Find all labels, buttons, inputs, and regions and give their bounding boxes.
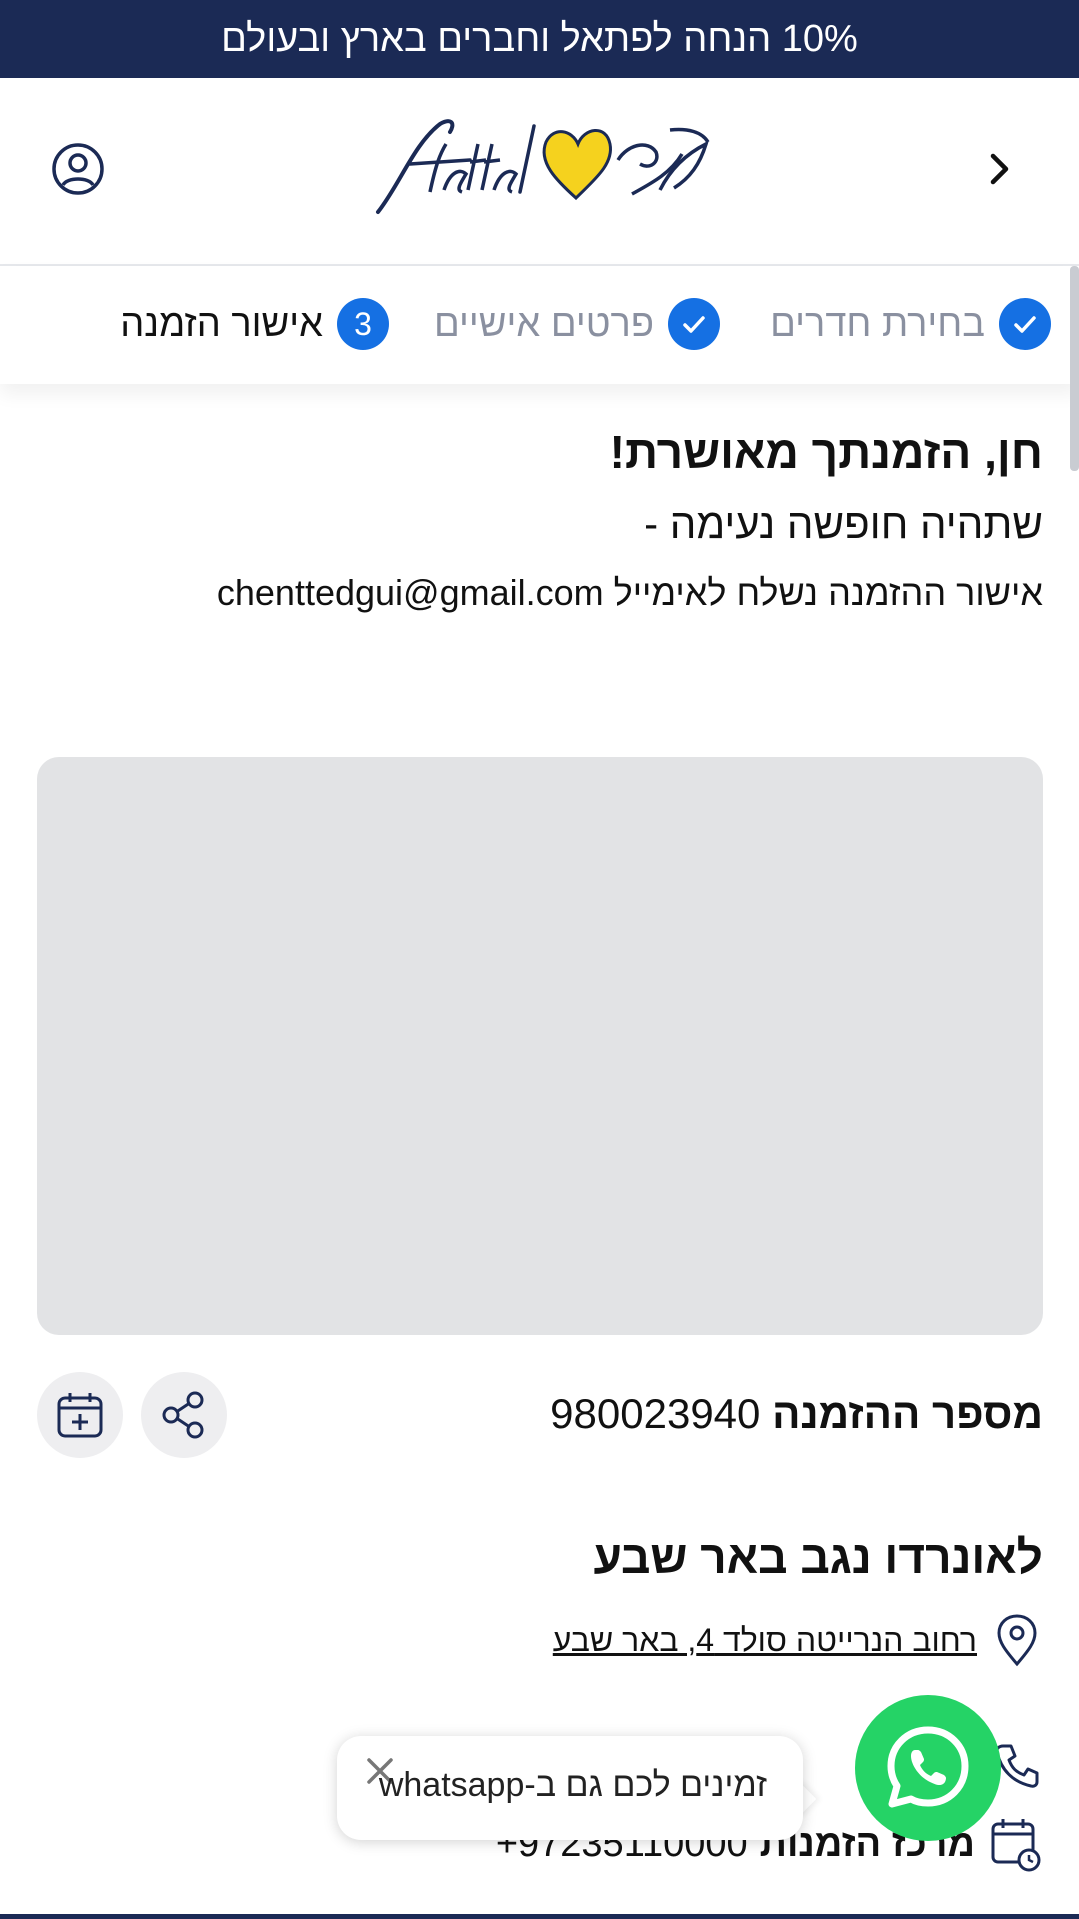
- site-header: [0, 78, 1079, 266]
- whatsapp-button[interactable]: [855, 1695, 1001, 1841]
- step-room-selection[interactable]: בחירת חדרים: [770, 296, 1051, 352]
- user-account-button[interactable]: [50, 141, 106, 197]
- logo-image: [376, 119, 710, 214]
- hotel-address-row[interactable]: רחוב הנרייטה סולד 4, באר שבע: [553, 1610, 1043, 1670]
- whatsapp-tooltip-text: זמינים לכם גם ב-whatsapp: [378, 1766, 767, 1804]
- confirmation-email: אישור ההזמנה נשלח לאימייל chenttedgui@gm…: [216, 572, 1043, 613]
- booking-number-value: 980023940: [550, 1390, 761, 1437]
- confirmation-subtitle: שתהיה חופשה נעימה -: [644, 500, 1043, 547]
- step-personal-details[interactable]: פרטים אישיים: [434, 296, 720, 352]
- hotel-name: לאונרדו נגב באר שבע: [593, 1531, 1043, 1583]
- check-icon: [683, 316, 705, 333]
- hotel-address-link[interactable]: רחוב הנרייטה סולד 4, באר שבע: [553, 1622, 977, 1659]
- whatsapp-icon: [887, 1726, 969, 1808]
- hotel-image-placeholder: [37, 757, 1043, 1335]
- location-pin-icon: [997, 1614, 1037, 1667]
- chevron-right-icon: [990, 153, 1009, 185]
- step-done-badge: [668, 298, 720, 350]
- booking-number-label: מספר ההזמנה: [772, 1390, 1043, 1437]
- share-icon: [162, 1391, 204, 1439]
- calendar-add-icon: [57, 1393, 103, 1438]
- user-circle-icon: [52, 143, 104, 195]
- step-order-confirmation: 3 אישור הזמנה: [120, 296, 389, 352]
- step-done-badge: [999, 298, 1051, 350]
- page-scrollbar[interactable]: [1070, 266, 1079, 471]
- whatsapp-tooltip: זמינים לכם גם ב-whatsapp: [337, 1736, 803, 1840]
- promo-banner[interactable]: 10% הנחה לפתאל וחברים בארץ ובעולם: [0, 0, 1079, 78]
- promo-text: 10% הנחה לפתאל וחברים בארץ ובעולם: [221, 17, 858, 60]
- calendar-clock-icon: [991, 1819, 1041, 1872]
- fattal-logo[interactable]: [370, 114, 712, 218]
- bottom-edge-bar: [0, 1914, 1079, 1919]
- step-label: אישור הזמנה: [120, 302, 323, 345]
- add-to-calendar-button[interactable]: [37, 1372, 123, 1458]
- confirmation-title: חן, הזמנתך מאושרת!: [609, 426, 1043, 478]
- step-label: פרטים אישיים: [434, 302, 654, 345]
- step-number-badge: 3: [337, 298, 389, 350]
- booking-steps: בחירת חדרים פרטים אישיים 3 אישור הזמנה: [0, 266, 1079, 384]
- share-button[interactable]: [141, 1372, 227, 1458]
- booking-number: מספר ההזמנה 980023940: [550, 1390, 1043, 1438]
- check-icon: [1014, 316, 1036, 333]
- step-label: בחירת חדרים: [770, 302, 985, 345]
- back-button[interactable]: [975, 144, 1025, 194]
